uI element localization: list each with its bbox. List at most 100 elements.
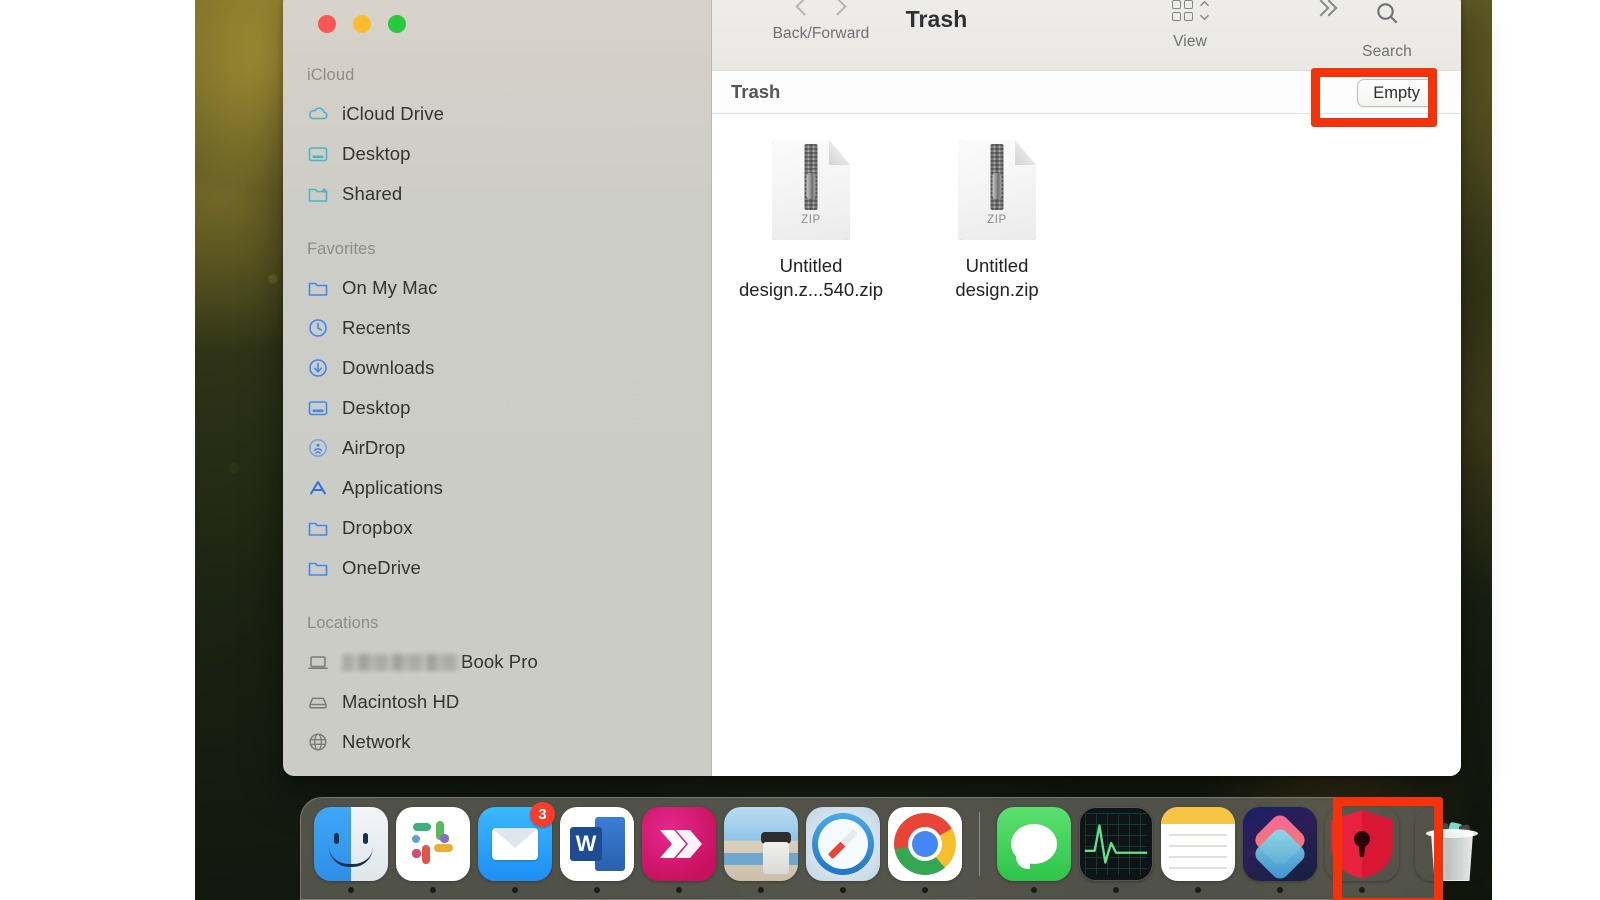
sidebar-scroll-area[interactable]: iCloud iCloud Drive Desktop Shared Favor…	[283, 66, 711, 776]
path-bar-title: Trash	[731, 81, 781, 102]
trash-full-icon[interactable]	[1415, 807, 1489, 881]
dock-separator	[979, 812, 980, 876]
dock-item-word[interactable]: W	[560, 807, 634, 893]
file-grid[interactable]: ZIP Untitled design.z...540.zip ZIP Unti…	[712, 114, 1461, 776]
sidebar-item-label: Recents	[342, 317, 411, 338]
running-indicator	[512, 887, 518, 893]
dock-item-activity-monitor[interactable]	[1079, 807, 1153, 893]
shared-folder-icon	[307, 183, 329, 205]
dock-item-photo-app[interactable]	[724, 807, 798, 893]
sidebar-item-label: Macintosh HD	[342, 691, 460, 712]
sidebar-item-macintosh-hd[interactable]: Macintosh HD	[283, 682, 711, 722]
running-indicator	[758, 887, 764, 893]
pink-arrows-icon[interactable]	[642, 807, 716, 881]
redacted-device-name	[342, 654, 460, 671]
traffic-lights	[318, 15, 406, 33]
zip-file-icon: ZIP	[772, 140, 850, 240]
folder-icon	[307, 557, 329, 579]
dock-item-messages[interactable]	[997, 807, 1071, 893]
sidebar-item-downloads[interactable]: Downloads	[283, 348, 711, 388]
running-indicator	[348, 887, 354, 893]
safari-icon[interactable]	[806, 807, 880, 881]
word-icon[interactable]: W	[560, 807, 634, 881]
activity-monitor-icon[interactable]	[1079, 807, 1153, 881]
shortcuts-icon[interactable]	[1243, 807, 1317, 881]
sidebar-item-recents[interactable]: Recents	[283, 308, 711, 348]
sidebar-group-locations: Locations Book Pro Macintosh HD Network	[283, 614, 711, 762]
slack-icon[interactable]	[396, 807, 470, 881]
dock-item-slack[interactable]	[396, 807, 470, 893]
download-arrow-icon	[307, 357, 329, 379]
chevron-updown-icon[interactable]	[1199, 0, 1209, 21]
dock-item-safari[interactable]	[806, 807, 880, 893]
finder-sidebar: iCloud iCloud Drive Desktop Shared Favor…	[283, 0, 712, 776]
cloud-icon	[307, 103, 329, 125]
file-name: Untitled design.z...540.zip	[739, 255, 883, 301]
empty-trash-button[interactable]: Empty	[1357, 79, 1436, 107]
search-group[interactable]: Search	[1339, 0, 1435, 61]
sidebar-group-title: Locations	[307, 614, 379, 632]
minimize-button[interactable]	[353, 15, 371, 33]
close-button[interactable]	[318, 15, 336, 33]
chrome-icon[interactable]	[888, 807, 962, 881]
sidebar-item-network[interactable]: Network	[283, 722, 711, 762]
sidebar-item-on-my-mac[interactable]: On My Mac	[283, 268, 711, 308]
sidebar-item-label: iCloud Drive	[342, 103, 444, 124]
globe-icon	[307, 731, 329, 753]
view-label: View	[1173, 33, 1207, 50]
sidebar-item-label: Applications	[342, 477, 443, 498]
finder-window: iCloud iCloud Drive Desktop Shared Favor…	[283, 0, 1461, 776]
dock-item-finder[interactable]	[314, 807, 388, 893]
running-indicator	[1195, 887, 1201, 893]
running-indicator	[1277, 887, 1283, 893]
search-icon[interactable]	[1374, 0, 1400, 26]
grid-view-icon[interactable]	[1171, 0, 1193, 21]
sidebar-item-label: Desktop	[342, 143, 411, 164]
dock-item-chrome[interactable]	[888, 807, 962, 893]
applications-icon	[307, 477, 329, 499]
zip-kind-label: ZIP	[987, 214, 1007, 226]
dock-item-mail[interactable]: 3	[478, 802, 555, 893]
screen: iCloud iCloud Drive Desktop Shared Favor…	[0, 0, 1600, 900]
sidebar-item-onedrive[interactable]: OneDrive	[283, 548, 711, 588]
dock-item-shortcuts[interactable]	[1243, 807, 1317, 893]
sidebar-item-label: Downloads	[342, 357, 435, 378]
dock-item-password-manager[interactable]	[1325, 807, 1399, 893]
search-label: Search	[1362, 43, 1412, 60]
sidebar-item-label: OneDrive	[342, 557, 421, 578]
sidebar-item-macbook-pro[interactable]: Book Pro	[283, 642, 711, 682]
zoom-button[interactable]	[388, 15, 406, 33]
desktop-folder-icon	[307, 397, 329, 419]
finder-content-pane: Back/Forward Trash View Search Trash Emp…	[712, 0, 1461, 776]
finder-icon[interactable]	[314, 807, 388, 881]
file-item[interactable]: ZIP Untitled design.z...540.zip	[736, 140, 886, 303]
photo-app-icon[interactable]	[724, 807, 798, 881]
sidebar-item-label: Book Pro	[342, 651, 538, 673]
sidebar-item-desktop-icloud[interactable]: Desktop	[283, 134, 711, 174]
sidebar-item-dropbox[interactable]: Dropbox	[283, 508, 711, 548]
sidebar-item-icloud-drive[interactable]: iCloud Drive	[283, 94, 711, 134]
dock-item-notes[interactable]	[1161, 807, 1235, 893]
running-indicator	[594, 887, 600, 893]
sidebar-item-label: On My Mac	[342, 277, 438, 298]
dock-item-trash[interactable]	[1415, 807, 1489, 881]
running-indicator	[676, 887, 682, 893]
sidebar-item-desktop[interactable]: Desktop	[283, 388, 711, 428]
file-item[interactable]: ZIP Untitled design.zip	[922, 140, 1072, 303]
running-indicator	[1031, 887, 1037, 893]
view-control-group[interactable]: View	[1135, 0, 1245, 51]
messages-icon[interactable]	[997, 807, 1071, 881]
sidebar-item-label: Shared	[342, 183, 403, 204]
red-shield-icon[interactable]	[1325, 807, 1399, 881]
sidebar-item-shared[interactable]: Shared	[283, 174, 711, 214]
sidebar-item-label: AirDrop	[342, 437, 406, 458]
dock-item-pink-app[interactable]	[642, 807, 716, 893]
double-chevron-right-icon[interactable]	[1312, 0, 1338, 17]
sidebar-item-applications[interactable]: Applications	[283, 468, 711, 508]
sidebar-item-airdrop[interactable]: AirDrop	[283, 428, 711, 468]
mail-unread-badge: 3	[530, 802, 555, 827]
path-bar: Trash Empty	[712, 70, 1461, 114]
finder-toolbar: Back/Forward Trash View Search	[712, 0, 1461, 70]
notes-icon[interactable]	[1161, 807, 1235, 881]
file-name: Untitled design.zip	[955, 255, 1039, 301]
